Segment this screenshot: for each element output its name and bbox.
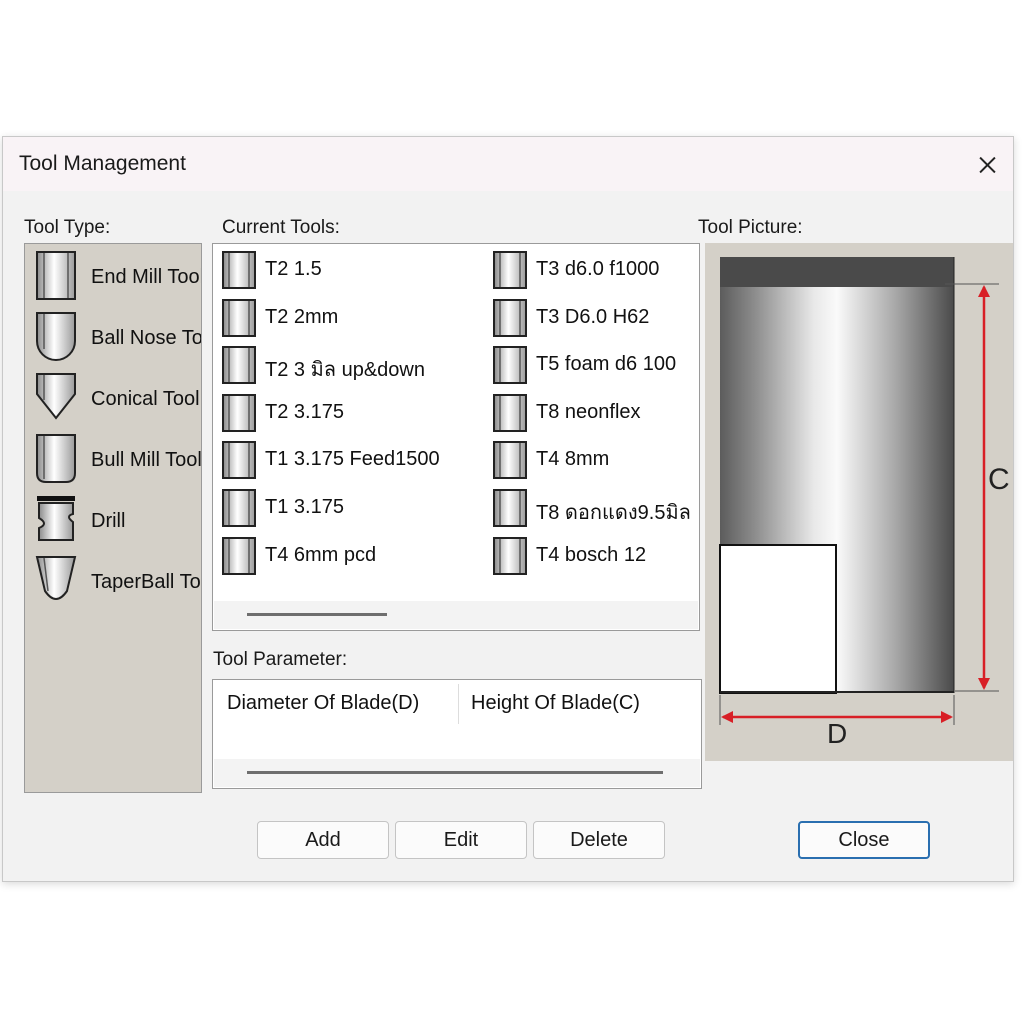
- tool-type-label-conical: Conical Tool: [91, 388, 200, 410]
- tool-picture-label: Tool Picture:: [698, 217, 803, 238]
- tool-list-item[interactable]: T5 foam d6 100: [492, 345, 699, 387]
- tool-type-bull-mill[interactable]: Bull Mill Tool: [35, 433, 202, 491]
- tool-list-item-label: T4 bosch 12: [536, 543, 647, 566]
- end-mill-icon: [493, 251, 527, 289]
- tool-list-item-label: T2 3.175: [265, 400, 344, 423]
- tool-type-taper-ball[interactable]: TaperBall Tool: [35, 555, 201, 613]
- tool-list-item[interactable]: T1 3.175 Feed1500: [221, 440, 451, 482]
- tool-list-item-label: T5 foam d6 100: [536, 353, 677, 376]
- end-mill-icon: [222, 251, 256, 289]
- tool-list-item[interactable]: T4 bosch 12: [492, 536, 699, 578]
- tool-type-label-bull-mill: Bull Mill Tool: [91, 449, 202, 471]
- tool-list-item-label: T8 ดอกแดง9.5มิล: [536, 502, 691, 524]
- taper-ball-icon: [35, 556, 77, 600]
- conical-icon: [36, 373, 76, 420]
- close-icon[interactable]: [969, 147, 1005, 183]
- ball-nose-icon: [36, 312, 76, 361]
- parameter-horizontal-scrollbar[interactable]: [214, 759, 700, 787]
- tool-list-item-label: T2 1.5: [265, 258, 322, 280]
- tool-parameter-table[interactable]: Diameter Of Blade(D) Height Of Blade(C): [212, 679, 702, 789]
- tool-cutout: [719, 544, 837, 694]
- tool-list-item-label: T1 3.175: [265, 496, 344, 518]
- edit-button[interactable]: Edit: [395, 821, 527, 859]
- tool-list-item-label: T2 2mm: [265, 305, 339, 328]
- tool-type-label-end-mill: End Mill Tool: [91, 266, 202, 288]
- tool-list-item-label: T8 neonflex: [536, 400, 641, 423]
- end-mill-icon: [222, 298, 256, 337]
- end-mill-icon: [222, 489, 256, 527]
- tool-list-item-label: T3 D6.0 H62: [536, 305, 650, 328]
- tool-list-item-label: T4 8mm: [536, 448, 610, 471]
- tool-list-item-label: T2 3 มิล up&down: [265, 359, 425, 382]
- tool-list-item[interactable]: T2 3.175: [221, 393, 451, 435]
- delete-button[interactable]: Delete: [533, 821, 665, 859]
- add-button[interactable]: Add: [257, 821, 389, 859]
- tool-list-item-label: T4 6mm pcd: [265, 543, 377, 566]
- tool-type-label-taper-ball: TaperBall Tool: [91, 571, 201, 593]
- tool-list-item-label: T1 3.175 Feed1500: [265, 448, 440, 471]
- current-tools-label: Current Tools:: [222, 217, 340, 238]
- parameter-scrollbar-thumb[interactable]: [247, 771, 663, 774]
- tool-list-item[interactable]: T8 ดอกแดง9.5มิล: [492, 488, 699, 530]
- end-mill-icon: [493, 346, 527, 385]
- tool-list-item[interactable]: T3 d6.0 f1000: [492, 250, 699, 292]
- tool-parameter-label: Tool Parameter:: [213, 649, 348, 670]
- tool-type-label: Tool Type:: [24, 217, 111, 238]
- end-mill-icon: [493, 441, 527, 480]
- drill-icon: [37, 496, 75, 541]
- column-divider: [458, 684, 459, 724]
- end-mill-icon: [222, 346, 256, 385]
- tool-type-label-ball-nose: Ball Nose Tool: [91, 327, 202, 349]
- tool-list-item[interactable]: T4 6mm pcd: [221, 536, 451, 578]
- end-mill-icon: [493, 536, 527, 575]
- tool-list-item[interactable]: T3 D6.0 H62: [492, 298, 699, 340]
- tool-list-item[interactable]: T1 3.175: [221, 488, 451, 530]
- height-marker-c: C: [988, 463, 1010, 496]
- tool-body-top: [720, 257, 954, 287]
- end-mill-icon: [493, 393, 527, 432]
- tool-list-item[interactable]: T4 8mm: [492, 440, 699, 482]
- tool-list-item[interactable]: T2 1.5: [221, 250, 451, 292]
- end-mill-icon: [222, 441, 256, 480]
- tool-list-item-label: T3 d6.0 f1000: [536, 258, 660, 280]
- current-tools-list[interactable]: T2 1.5 T2 2mm T2 3 มิล up&down T2 3.175 T1 3…: [212, 243, 700, 631]
- tool-picture-panel: C D: [705, 243, 1013, 761]
- tool-diagram: C D: [719, 257, 1010, 749]
- end-mill-icon: [222, 393, 256, 432]
- tools-scrollbar-thumb[interactable]: [247, 613, 387, 616]
- title-bar: Tool Management: [3, 137, 1013, 191]
- end-mill-icon: [493, 298, 527, 337]
- close-button[interactable]: Close: [798, 821, 930, 859]
- tool-type-end-mill[interactable]: End Mill Tool: [35, 250, 202, 308]
- tools-horizontal-scrollbar[interactable]: [214, 601, 698, 629]
- tool-list-item[interactable]: T8 neonflex: [492, 393, 699, 435]
- window-title: Tool Management: [19, 152, 186, 175]
- tool-type-conical[interactable]: Conical Tool: [35, 372, 201, 430]
- tool-type-ball-nose[interactable]: Ball Nose Tool: [35, 311, 202, 369]
- end-mill-icon: [493, 489, 527, 527]
- end-mill-icon: [222, 536, 256, 575]
- tool-type-drill[interactable]: Drill: [35, 494, 201, 552]
- end-mill-icon: [36, 251, 76, 300]
- tool-type-panel: End Mill Tool Ball Nose Tool Conical Too…: [24, 243, 202, 793]
- bull-mill-icon: [36, 434, 76, 483]
- column-header-diameter[interactable]: Diameter Of Blade(D): [227, 692, 419, 715]
- tool-list-item[interactable]: T2 2mm: [221, 298, 451, 340]
- tool-type-label-drill: Drill: [91, 510, 126, 532]
- diameter-marker-d: D: [827, 718, 847, 749]
- tool-list-item[interactable]: T2 3 มิล up&down: [221, 345, 451, 387]
- tool-management-dialog: Tool Management Tool Type: End Mill Tool…: [2, 136, 1014, 882]
- column-header-height[interactable]: Height Of Blade(C): [471, 692, 640, 715]
